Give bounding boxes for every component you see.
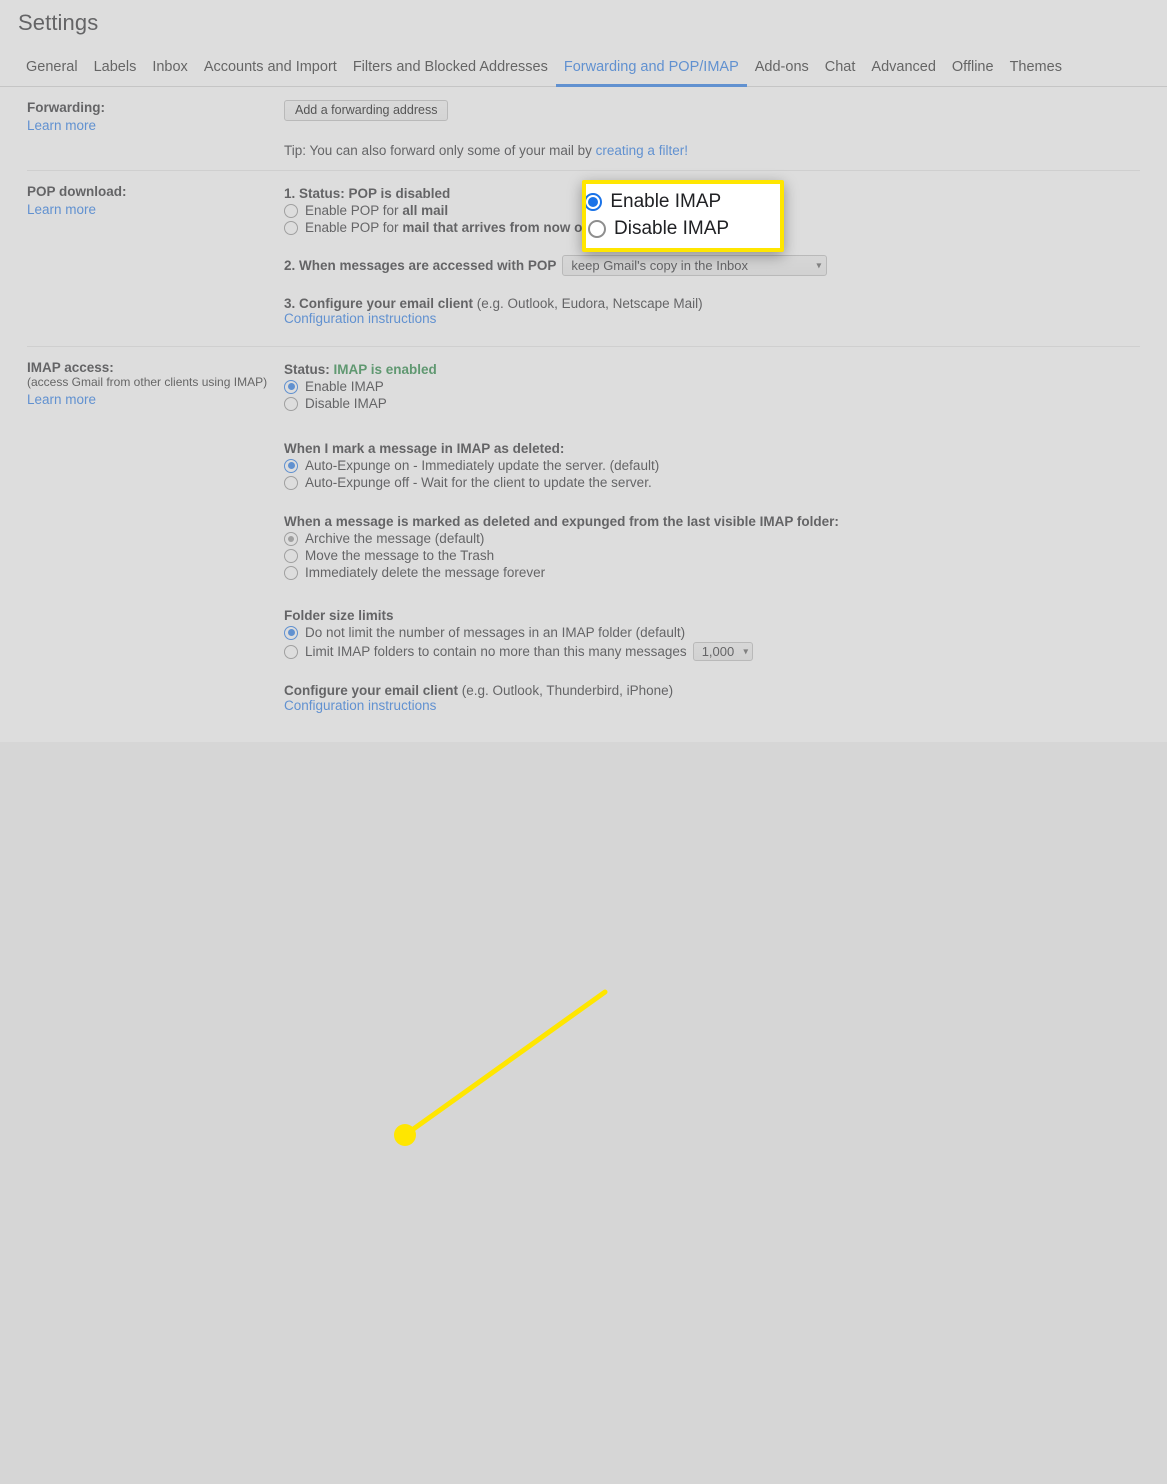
imap-label: IMAP access: [27, 360, 284, 375]
select-caret-icon: ▾ [743, 646, 748, 657]
imap-status-value: IMAP is enabled [334, 362, 437, 377]
imap-expunge-off-label: Auto-Expunge off - Wait for the client t… [305, 475, 652, 490]
forwarding-tip: Tip: You can also forward only some of y… [284, 143, 1147, 158]
imap-archive-label: Archive the message (default) [305, 531, 484, 546]
pop-enable-new-radio[interactable] [284, 221, 298, 235]
pop-enable-all-radio[interactable] [284, 204, 298, 218]
pop-status: 1. Status: POP is disabled [284, 186, 1147, 201]
select-caret-icon: ▾ [816, 260, 821, 271]
imap-status-label: Status: [284, 362, 334, 377]
pop-step3: 3. Configure your email client (e.g. Out… [284, 296, 1147, 311]
imap-delete-forever-radio[interactable] [284, 566, 298, 580]
imap-learn-more-link[interactable]: Learn more [27, 392, 96, 407]
imap-disable-radio[interactable] [284, 397, 298, 411]
forwarding-learn-more-link[interactable]: Learn more [27, 118, 96, 133]
imap-limit-select[interactable]: 1,000 ▾ [693, 642, 754, 661]
pop-config-link[interactable]: Configuration instructions [284, 311, 436, 326]
imap-disable-label: Disable IMAP [305, 396, 387, 411]
imap-expunge-on-label: Auto-Expunge on - Immediately update the… [305, 458, 659, 473]
imap-trash-radio[interactable] [284, 549, 298, 563]
tab-filters[interactable]: Filters and Blocked Addresses [345, 59, 556, 86]
imap-delete-forever-label: Immediately delete the message forever [305, 565, 545, 580]
imap-deleted-heading: When I mark a message in IMAP as deleted… [284, 441, 1147, 456]
tab-chat[interactable]: Chat [817, 59, 864, 86]
imap-config-link[interactable]: Configuration instructions [284, 698, 436, 713]
imap-trash-label: Move the message to the Trash [305, 548, 494, 563]
pop-learn-more-link[interactable]: Learn more [27, 202, 96, 217]
imap-folder-heading: Folder size limits [284, 608, 1147, 623]
section-forwarding: Forwarding: Learn more Add a forwarding … [0, 87, 1167, 158]
imap-nolimit-radio[interactable] [284, 626, 298, 640]
imap-limit-radio[interactable] [284, 645, 298, 659]
forwarding-label: Forwarding: [27, 100, 284, 115]
pop-status-label: 1. Status: [284, 186, 349, 201]
imap-enable-label: Enable IMAP [305, 379, 384, 394]
tab-general[interactable]: General [18, 59, 86, 86]
tab-inbox[interactable]: Inbox [144, 59, 195, 86]
pop-action-select[interactable]: keep Gmail's copy in the Inbox ▾ [562, 255, 827, 276]
tab-labels[interactable]: Labels [86, 59, 145, 86]
annotation-leader-line [0, 742, 1167, 1484]
tab-forwarding-pop-imap[interactable]: Forwarding and POP/IMAP [556, 59, 747, 86]
imap-nolimit-label: Do not limit the number of messages in a… [305, 625, 685, 640]
page-title: Settings [18, 10, 1167, 36]
section-imap: IMAP access: (access Gmail from other cl… [0, 347, 1167, 713]
tab-themes[interactable]: Themes [1002, 59, 1070, 86]
imap-limit-select-value: 1,000 [702, 644, 735, 659]
imap-status: Status: IMAP is enabled [284, 362, 1147, 377]
pop-label: POP download: [27, 184, 284, 199]
imap-expunge-on-radio[interactable] [284, 459, 298, 473]
pop-step2-label: 2. When messages are accessed with POP [284, 258, 556, 273]
imap-archive-radio[interactable] [284, 532, 298, 546]
forwarding-tip-text: Tip: You can also forward only some of y… [284, 143, 596, 158]
tab-accounts[interactable]: Accounts and Import [196, 59, 345, 86]
pop-enable-all-label: Enable POP for all mail [305, 203, 448, 218]
pop-enable-new-label: Enable POP for mail that arrives from no… [305, 220, 591, 235]
imap-expunged-heading: When a message is marked as deleted and … [284, 514, 1147, 529]
add-forwarding-address-button[interactable]: Add a forwarding address [284, 100, 448, 121]
imap-limit-label: Limit IMAP folders to contain no more th… [305, 644, 687, 659]
tabbar: General Labels Inbox Accounts and Import… [0, 49, 1167, 87]
imap-configure: Configure your email client (e.g. Outloo… [284, 683, 1147, 698]
imap-sublabel: (access Gmail from other clients using I… [27, 375, 284, 389]
section-pop: POP download: Learn more 1. Status: POP … [0, 171, 1167, 326]
tab-offline[interactable]: Offline [944, 59, 1002, 86]
imap-enable-radio[interactable] [284, 380, 298, 394]
tab-addons[interactable]: Add-ons [747, 59, 817, 86]
imap-expunge-off-radio[interactable] [284, 476, 298, 490]
pop-action-select-value: keep Gmail's copy in the Inbox [571, 258, 748, 273]
create-filter-link[interactable]: creating a filter! [596, 143, 688, 158]
pop-status-value: POP is disabled [349, 186, 451, 201]
tab-advanced[interactable]: Advanced [863, 59, 944, 86]
